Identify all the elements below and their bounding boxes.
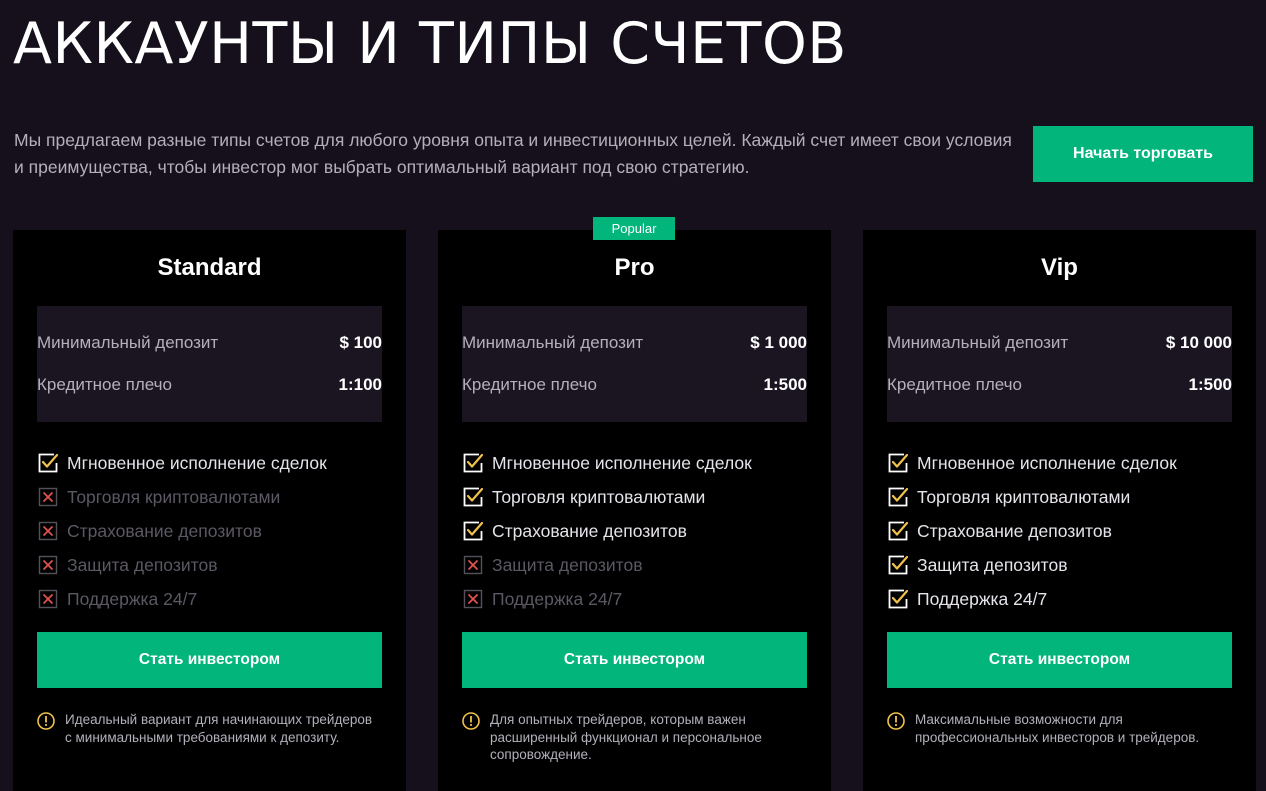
feature-item: Торговля криптовалютами [887, 480, 1232, 514]
become-investor-button[interactable]: Стать инвестором [887, 632, 1232, 688]
check-icon [463, 453, 484, 473]
feature-label: Поддержка 24/7 [917, 588, 1048, 609]
spec-value: $ 100 [339, 333, 382, 352]
become-investor-button[interactable]: Стать инвестором [37, 632, 382, 688]
spec-label: Минимальный депозит [887, 333, 1069, 352]
feature-item: Страхование депозитов [887, 514, 1232, 548]
check-icon [888, 521, 909, 541]
warning-icon [37, 712, 55, 730]
spec-row-min-deposit: Минимальный депозит $ 100 [37, 331, 382, 355]
cross-icon [38, 555, 58, 575]
spec-row-min-deposit: Минимальный депозит $ 1 000 [462, 331, 807, 355]
plan-specs [462, 306, 807, 422]
feature-label: Мгновенное исполнение сделок [492, 452, 752, 473]
check-icon [463, 487, 484, 507]
feature-list: Мгновенное исполнение сделок Торговля кри… [462, 446, 807, 616]
plan-note-text: Идеальный вариант для начинающих трейдер… [65, 712, 373, 745]
plan-card-pro: Pro Минимальный депозит $ 1 000 Кредитно… [438, 230, 831, 791]
feature-item: Поддержка 24/7 [887, 582, 1232, 616]
feature-item: Защита депозитов [37, 548, 382, 582]
feature-label: Страхование депозитов [917, 520, 1112, 541]
warning-icon [887, 712, 905, 730]
feature-item: Защита депозитов [887, 548, 1232, 582]
plan-note-text: Для опытных трейдеров, которым важен рас… [490, 712, 762, 762]
spec-label: Минимальный депозит [462, 333, 644, 352]
check-icon [463, 521, 484, 541]
feature-item: Защита депозитов [462, 548, 807, 582]
feature-label: Страхование депозитов [67, 520, 262, 541]
spec-value: 1:500 [1188, 375, 1232, 394]
cross-icon [463, 589, 483, 609]
feature-label: Защита депозитов [917, 554, 1068, 575]
warning-icon [462, 712, 480, 730]
feature-list: Мгновенное исполнение сделок Торговля кри… [887, 446, 1232, 616]
spec-label: Минимальный депозит [37, 333, 219, 352]
cross-icon [38, 521, 58, 541]
feature-item: Торговля криптовалютами [37, 480, 382, 514]
check-icon [888, 555, 909, 575]
feature-label: Торговля криптовалютами [67, 486, 281, 507]
check-icon [888, 487, 909, 507]
spec-value: 1:500 [763, 375, 807, 394]
feature-label: Мгновенное исполнение сделок [917, 452, 1177, 473]
feature-label: Защита депозитов [492, 554, 643, 575]
plan-note: Максимальные возможности для профессиона… [887, 711, 1232, 746]
feature-label: Торговля криптовалютами [917, 486, 1131, 507]
spec-label: Кредитное плечо [887, 375, 1022, 394]
plan-note-text: Максимальные возможности для профессиона… [915, 712, 1200, 745]
feature-label: Торговля криптовалютами [492, 486, 706, 507]
spec-label: Кредитное плечо [37, 375, 172, 394]
plan-title: Standard [157, 254, 262, 281]
feature-item: Страхование депозитов [462, 514, 807, 548]
spec-row-leverage: Кредитное плечо 1:500 [462, 373, 807, 397]
plan-card-vip: Vip Минимальный депозит $ 10 000 Кредитн… [863, 230, 1256, 791]
plan-note: Для опытных трейдеров, которым важен рас… [462, 711, 807, 764]
cross-icon [463, 555, 483, 575]
become-investor-button[interactable]: Стать инвестором [462, 632, 807, 688]
feature-item: Мгновенное исполнение сделок [37, 446, 382, 480]
plan-card-standard: Standard Минимальный депозит $ 100 Креди… [13, 230, 406, 791]
intro-text: Мы предлагаем разные типы счетов для люб… [14, 130, 1012, 177]
accounts-page: АККАУНТЫ И ТИПЫ СЧЕТОВ Мы предлагаем раз… [0, 0, 1266, 791]
popular-badge: Popular [593, 217, 675, 240]
cross-icon [38, 487, 58, 507]
spec-value: $ 10 000 [1165, 333, 1232, 352]
cross-icon [38, 589, 58, 609]
feature-label: Поддержка 24/7 [67, 588, 198, 609]
feature-label: Поддержка 24/7 [492, 588, 623, 609]
check-icon [38, 453, 59, 473]
feature-item: Поддержка 24/7 [462, 582, 807, 616]
start-trading-button[interactable]: Начать торговать [1033, 126, 1253, 182]
feature-label: Мгновенное исполнение сделок [67, 452, 327, 473]
feature-item: Поддержка 24/7 [37, 582, 382, 616]
feature-label: Защита депозитов [67, 554, 218, 575]
check-icon [888, 453, 909, 473]
spec-label: Кредитное плечо [462, 375, 597, 394]
feature-list: Мгновенное исполнение сделок Торговля кри… [37, 446, 382, 616]
plan-title: Vip [1041, 254, 1078, 281]
feature-item: Торговля криптовалютами [462, 480, 807, 514]
plan-specs [37, 306, 382, 422]
page-title: АККАУНТЫ И ТИПЫ СЧЕТОВ [13, 11, 847, 77]
feature-label: Страхование депозитов [492, 520, 687, 541]
spec-row-leverage: Кредитное плечо 1:100 [37, 373, 382, 397]
spec-row-min-deposit: Минимальный депозит $ 10 000 [887, 331, 1232, 355]
feature-item: Мгновенное исполнение сделок [887, 446, 1232, 480]
plan-specs [887, 306, 1232, 422]
check-icon [888, 589, 909, 609]
plan-note: Идеальный вариант для начинающих трейдер… [37, 711, 382, 746]
plan-title: Pro [614, 254, 655, 281]
feature-item: Страхование депозитов [37, 514, 382, 548]
feature-item: Мгновенное исполнение сделок [462, 446, 807, 480]
spec-row-leverage: Кредитное плечо 1:500 [887, 373, 1232, 397]
spec-value: 1:100 [338, 375, 382, 394]
spec-value: $ 1 000 [750, 333, 807, 352]
